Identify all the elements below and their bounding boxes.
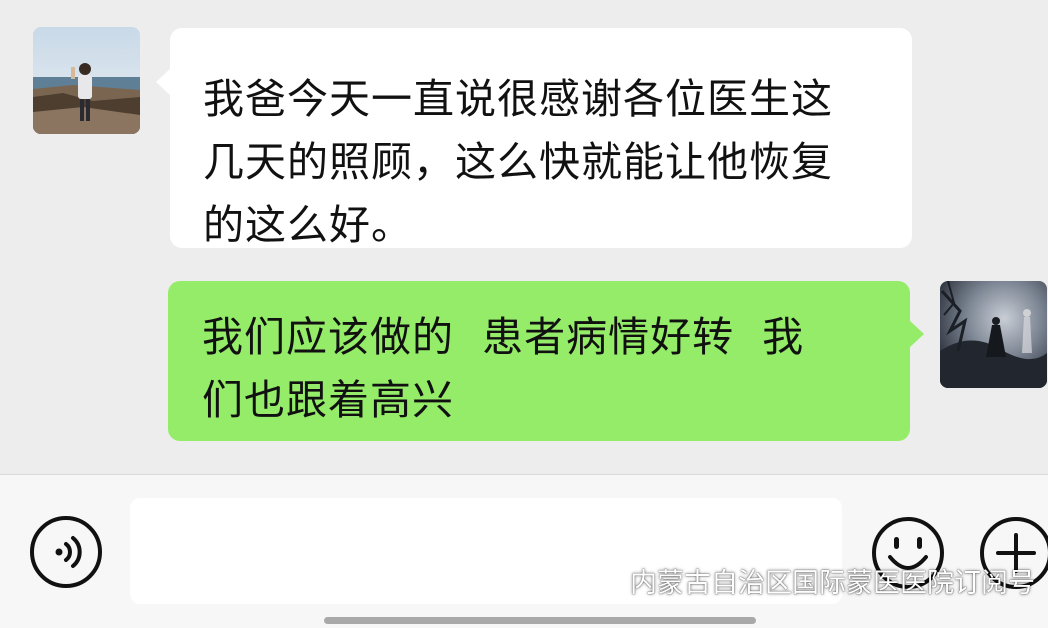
watermark: 内蒙古自治区国际蒙医医院订阅号 <box>592 558 1035 602</box>
voice-icon[interactable] <box>29 515 103 589</box>
incoming-message[interactable]: 我爸今天一直说很感谢各位医生这 几天的照顾，这么快就能让他恢复 的这么好。 <box>156 28 912 249</box>
self-avatar[interactable] <box>940 281 1047 388</box>
contact-avatar[interactable] <box>33 27 140 134</box>
watermark-text: 内蒙古自治区国际蒙医医院订阅号 <box>630 567 1035 599</box>
home-indicator[interactable] <box>324 617 756 624</box>
person-on-beach-photo <box>33 27 140 134</box>
outgoing-message[interactable]: 我们应该做的 患者病情好转 我 们也跟着高兴 <box>168 281 924 441</box>
dark-fantasy-figure-photo <box>940 281 1047 388</box>
chat-area: 我爸今天一直说很感谢各位医生这 几天的照顾，这么快就能让他恢复 的这么好。 我们… <box>0 0 1048 474</box>
wechat-icon <box>592 566 624 593</box>
